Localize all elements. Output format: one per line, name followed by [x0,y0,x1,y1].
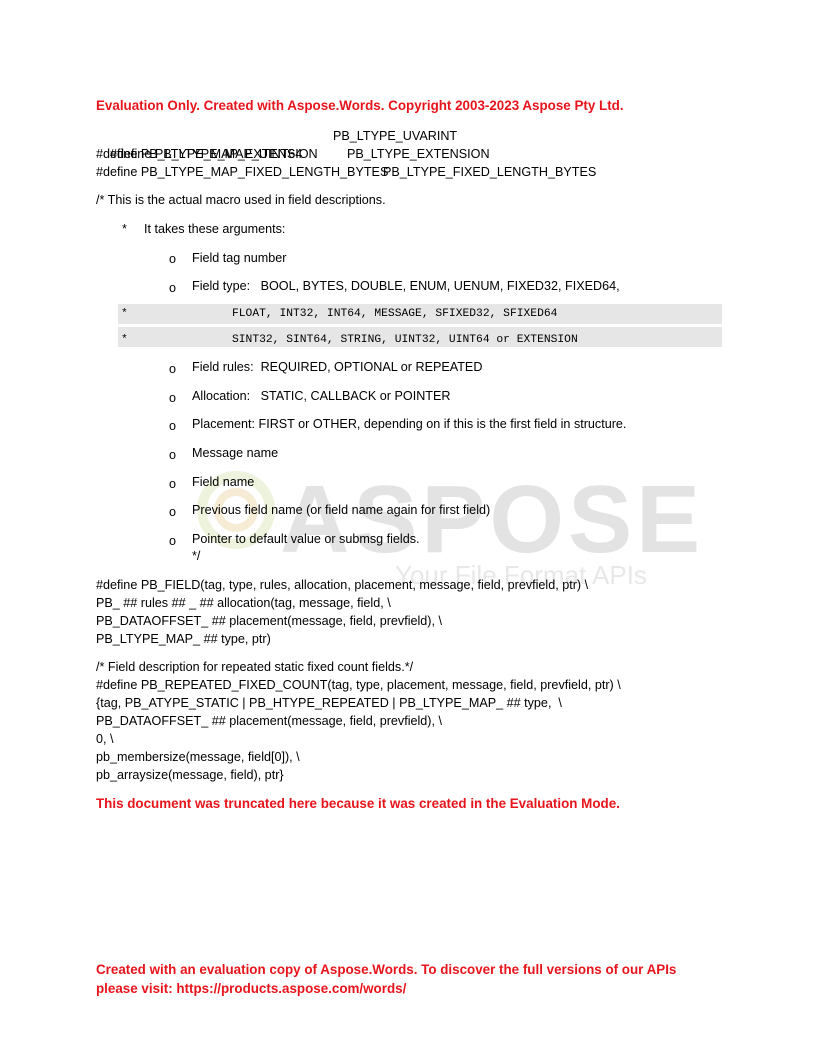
takes-args-text: It takes these arguments: [144,222,286,236]
define-value-2: PB_LTYPE_EXTENSION [347,147,490,161]
type-list-line-2: SINT32, SINT64, STRING, UINT32, UINT64 o… [232,334,578,346]
define-value-1: PB_LTYPE_UVARINT [333,129,458,143]
repeated-line-4: PB_DATAOFFSET_ ## placement(message, fie… [96,714,442,728]
repeated-line-3: {tag, PB_ATYPE_STATIC | PB_HTYPE_REPEATE… [96,696,562,710]
list-bullet-icon: o [169,252,177,266]
star-bullet: * [121,334,128,346]
arg-field-type: Field type: BOOL, BYTES, DOUBLE, ENUM, U… [192,279,620,293]
footer-notice-line-2: please visit: https://products.aspose.co… [96,981,407,996]
list-bullet-icon: o [169,362,177,376]
pb-field-line-3: PB_DATAOFFSET_ ## placement(message, fie… [96,614,442,628]
comment-intro: /* This is the actual macro used in fiel… [96,193,386,207]
arg-field-rules: Field rules: REQUIRED, OPTIONAL or REPEA… [192,360,483,374]
star-bullet: * [122,222,127,236]
repeated-line-7: pb_arraysize(message, field), ptr} [96,768,284,782]
arg-field-tag: Field tag number [192,251,287,265]
pb-field-line-4: PB_LTYPE_MAP_ ## type, ptr) [96,632,271,646]
pb-field-line-1: #define PB_FIELD(tag, type, rules, alloc… [96,578,589,592]
footer-notice-line-1: Created with an evaluation copy of Aspos… [96,962,677,977]
arg-pointer-default: Pointer to default value or submsg field… [192,532,420,546]
arg-allocation: Allocation: STATIC, CALLBACK or POINTER [192,389,451,403]
list-bullet-icon: o [169,281,177,295]
define-line-3: #define PB_LTYPE_MAP_FIXED_LENGTH_BYTES [96,165,389,179]
list-bullet-icon: o [169,419,177,433]
watermark-logo-text: ASPOSE [280,466,705,573]
pb-field-line-2: PB_ ## rules ## _ ## allocation(tag, mes… [96,596,391,610]
truncated-notice: This document was truncated here because… [96,796,620,811]
list-bullet-icon: o [169,448,177,462]
comment-close: */ [192,549,201,563]
document-page: ASPOSE Your File Format APIs Evaluation … [0,0,816,1056]
arg-message-name: Message name [192,446,279,460]
repeated-line-5: 0, \ [96,732,114,746]
list-bullet-icon: o [169,477,177,491]
list-bullet-icon: o [169,391,177,405]
type-list-line-1: FLOAT, INT32, INT64, MESSAGE, SFIXED32, … [232,308,558,320]
arg-previous-field: Previous field name (or field name again… [192,503,491,517]
repeated-line-6: pb_membersize(message, field[0]), \ [96,750,300,764]
star-bullet: * [121,308,128,320]
define-line-2: #define PB_LTYPE_MAP_EXTENSION [96,147,318,161]
repeated-line-1: /* Field description for repeated static… [96,660,414,674]
arg-placement: Placement: FIRST or OTHER, depending on … [192,417,627,431]
arg-field-name: Field name [192,475,255,489]
list-bullet-icon: o [169,505,177,519]
evaluation-header-notice: Evaluation Only. Created with Aspose.Wor… [96,98,624,113]
repeated-line-2: #define PB_REPEATED_FIXED_COUNT(tag, typ… [96,678,621,692]
list-bullet-icon: o [169,534,177,548]
define-value-3: PB_LTYPE_FIXED_LENGTH_BYTES [383,165,597,179]
